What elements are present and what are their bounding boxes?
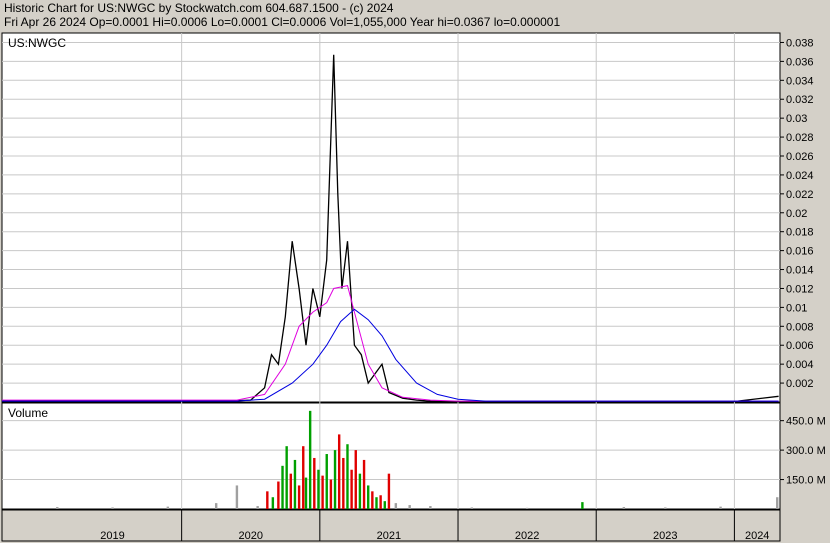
volume-bar	[387, 473, 391, 509]
volume-bar	[293, 459, 297, 509]
volume-bar	[383, 501, 386, 509]
volume-bar	[776, 497, 779, 509]
volume-bar	[525, 507, 529, 509]
volume-bar	[321, 475, 324, 509]
price-panel	[1, 32, 781, 403]
volume-bar	[622, 507, 626, 509]
volume-bar	[235, 485, 239, 509]
price-tick-label: 0.022	[786, 189, 814, 201]
x-tick-label: 2019	[100, 530, 124, 542]
volume-bar	[429, 506, 432, 509]
price-tick-label: 0.016	[786, 246, 814, 258]
volume-bar	[333, 450, 337, 509]
x-tick-label: 2020	[238, 530, 262, 542]
volume-bar	[394, 503, 398, 509]
price-tick-label: 0.028	[786, 132, 814, 144]
price-tick-label: 0.012	[786, 283, 814, 295]
volume-bar	[581, 502, 584, 509]
volume-bar	[470, 507, 474, 509]
volume-panel-label: Volume	[8, 406, 48, 420]
price-tick-label: 0.032	[786, 94, 814, 106]
volume-bar	[337, 434, 341, 509]
volume-bar	[371, 491, 374, 509]
x-tick-label: 2022	[515, 530, 539, 542]
volume-bar	[297, 485, 301, 509]
volume-bar	[664, 507, 667, 509]
volume-bar	[277, 481, 280, 509]
volume-bar	[166, 506, 170, 509]
volume-tick-label: 300.0 M	[786, 445, 826, 457]
volume-bar	[304, 477, 308, 509]
volume-bar	[362, 459, 366, 509]
volume-bar	[366, 485, 370, 509]
price-tick-label: 0.03	[786, 113, 807, 125]
volume-bar	[375, 497, 378, 509]
price-tick-label: 0.006	[786, 340, 814, 352]
price-tick-label: 0.008	[786, 321, 814, 333]
volume-bar	[214, 503, 218, 509]
volume-bar	[256, 506, 259, 509]
volume-bar	[408, 505, 411, 509]
x-tick-label: 2024	[745, 530, 769, 542]
volume-bar	[271, 497, 275, 509]
price-tick-label: 0.018	[786, 227, 814, 239]
volume-bar	[329, 479, 333, 509]
volume-bar	[325, 454, 328, 509]
volume-bar	[719, 506, 722, 509]
price-panel-label: US:NWGC	[8, 36, 66, 50]
volume-bar	[346, 444, 349, 509]
volume-bar	[313, 457, 316, 509]
volume-bar	[354, 450, 357, 509]
price-tick-label: 0.026	[786, 151, 814, 163]
price-tick-label: 0.024	[786, 170, 814, 182]
volume-tick-label: 150.0 M	[786, 475, 826, 487]
volume-bar	[289, 473, 293, 509]
volume-bar	[281, 465, 284, 509]
price-tick-label: 0.02	[786, 208, 807, 220]
volume-bar	[379, 495, 382, 509]
price-tick-label: 0.002	[786, 378, 814, 390]
price-tick-label: 0.036	[786, 56, 814, 68]
x-tick-label: 2021	[377, 530, 401, 542]
volume-panel	[1, 402, 781, 510]
volume-bar	[317, 469, 320, 509]
volume-bar	[302, 446, 305, 509]
price-tick-label: 0.014	[786, 265, 814, 277]
volume-tick-label: 450.0 M	[786, 416, 826, 428]
stock-chart: 2019 2020 2021 2022 2023 2024 0.002 0.004 0.006 0…	[1, 32, 826, 542]
volume-bar	[266, 491, 269, 509]
x-tick-label: 2023	[653, 530, 677, 542]
volume-bar	[350, 469, 353, 509]
volume-bar	[56, 507, 59, 509]
volume-bar	[342, 457, 345, 509]
price-tick-label: 0.038	[786, 37, 814, 49]
price-tick-label: 0.034	[786, 75, 814, 87]
volume-bar	[358, 473, 362, 509]
volume-bar	[308, 410, 312, 509]
volume-bar	[285, 446, 288, 509]
price-tick-label: 0.01	[786, 302, 807, 314]
volume-bar	[111, 507, 114, 509]
price-tick-label: 0.004	[786, 359, 814, 371]
